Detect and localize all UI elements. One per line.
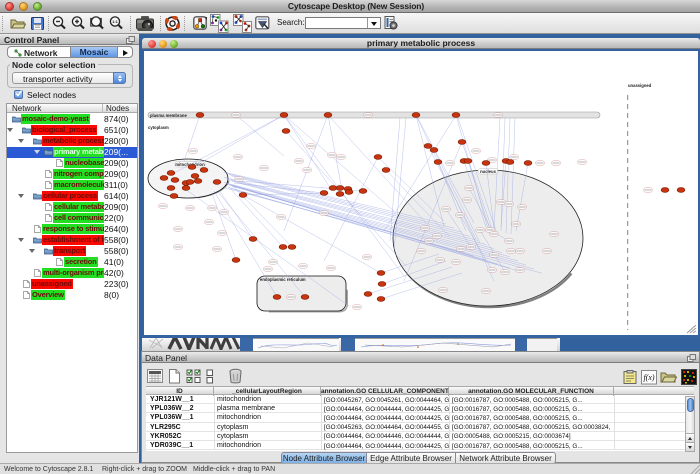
- svg-text:cytoplasm: cytoplasm: [148, 125, 169, 130]
- svg-text:f(x): f(x): [643, 373, 654, 382]
- svg-text:unassigned: unassigned: [628, 83, 652, 88]
- svg-text:1:1: 1:1: [112, 19, 119, 24]
- svg-text:nucleus: nucleus: [480, 169, 496, 174]
- svg-text:plasma membrane: plasma membrane: [150, 113, 187, 118]
